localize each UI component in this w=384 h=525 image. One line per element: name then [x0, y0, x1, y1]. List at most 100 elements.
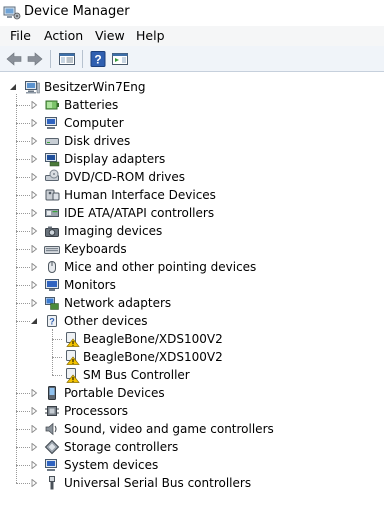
- tree-connector: [16, 285, 30, 286]
- help-glyph: ?: [94, 53, 101, 67]
- tree-category-label: Universal Serial Bus controllers: [64, 476, 252, 490]
- tree-category-10[interactable]: Mice and other pointing devices: [0, 258, 384, 276]
- collapsed-arrow-icon[interactable]: [30, 137, 38, 145]
- menu-view[interactable]: View: [95, 27, 125, 45]
- toolbar-separator: [82, 50, 83, 68]
- warning-device-icon: [66, 368, 80, 383]
- tree-category-label: Human Interface Devices: [64, 188, 216, 202]
- hid-icon: [45, 189, 60, 201]
- tree-category-3[interactable]: Disk drives: [0, 132, 384, 150]
- tree-category-label: Network adapters: [64, 296, 172, 310]
- tree-category-17[interactable]: Storage controllers: [0, 438, 384, 456]
- tree-device-2[interactable]: BeagleBone/XDS100V2: [0, 348, 384, 366]
- back-arrow-icon: [6, 52, 22, 66]
- forward-arrow-icon: [27, 52, 43, 66]
- toolbar: ?: [0, 46, 384, 72]
- dvd-drive-icon: [45, 169, 59, 181]
- tree-root[interactable]: BesitzerWin7Eng: [0, 78, 384, 96]
- usb-icon: [49, 476, 55, 490]
- tree-connector: [16, 123, 30, 124]
- collapsed-arrow-icon[interactable]: [30, 101, 38, 109]
- network-adapter-icon: [45, 297, 59, 310]
- tree-category-18[interactable]: System devices: [0, 456, 384, 474]
- tree-category-11[interactable]: Monitors: [0, 276, 384, 294]
- collapsed-arrow-icon[interactable]: [30, 227, 38, 235]
- tree-category-label: Imaging devices: [64, 224, 163, 238]
- tree-connector: [16, 159, 30, 160]
- tree-connector: [52, 339, 62, 340]
- warning-device-icon: [66, 350, 80, 365]
- help-button[interactable]: ?: [89, 50, 107, 68]
- collapsed-arrow-icon[interactable]: [30, 173, 38, 181]
- tree-category-13[interactable]: ? Other devices: [0, 312, 384, 330]
- tree-category-5[interactable]: DVD/CD-ROM drives: [0, 168, 384, 186]
- unknown-device-icon: ?: [47, 315, 57, 327]
- tree-category-label: Computer: [64, 116, 124, 130]
- tree-connector: [16, 195, 30, 196]
- tree-connector: [16, 393, 30, 394]
- collapsed-arrow-icon[interactable]: [30, 443, 38, 451]
- processor-icon: [45, 406, 59, 416]
- tree-category-4[interactable]: Display adapters: [0, 150, 384, 168]
- tree-category-16[interactable]: Sound, video and game controllers: [0, 420, 384, 438]
- show-action-pane-button[interactable]: [111, 50, 129, 68]
- help-icon: ?: [90, 51, 106, 67]
- show-hide-console-tree-button[interactable]: [58, 50, 76, 68]
- window-title: Device Manager: [24, 4, 130, 19]
- collapsed-arrow-icon[interactable]: [30, 263, 38, 271]
- keyboard-icon: [44, 246, 60, 254]
- tree-connector: [16, 303, 30, 304]
- computer-root-icon: [25, 81, 40, 94]
- tree-connector: [52, 375, 62, 376]
- ide-controller-icon: [45, 209, 59, 217]
- tree-device-label: BeagleBone/XDS100V2: [83, 332, 223, 346]
- tree-category-label: DVD/CD-ROM drives: [64, 170, 186, 184]
- tree-category-9[interactable]: Keyboards: [0, 240, 384, 258]
- warning-device-icon: [66, 332, 80, 347]
- disk-drive-icon: [45, 138, 59, 145]
- forward-button[interactable]: [26, 50, 44, 68]
- display-adapter-icon: [45, 153, 60, 167]
- tree-category-1[interactable]: Batteries: [0, 96, 384, 114]
- tree-connector: [16, 105, 30, 106]
- collapsed-arrow-icon[interactable]: [30, 191, 38, 199]
- tree-category-label: Portable Devices: [64, 386, 165, 400]
- tree-category-14[interactable]: Portable Devices: [0, 384, 384, 402]
- mouse-icon: [48, 261, 56, 273]
- expanded-arrow-icon[interactable]: [9, 83, 17, 91]
- menu-action[interactable]: Action: [44, 27, 83, 45]
- tree-category-15[interactable]: Processors: [0, 402, 384, 420]
- tree-category-19[interactable]: Universal Serial Bus controllers: [0, 474, 384, 492]
- tree-category-2[interactable]: Computer: [0, 114, 384, 132]
- collapsed-arrow-icon[interactable]: [30, 209, 38, 217]
- tree-category-8[interactable]: Imaging devices: [0, 222, 384, 240]
- menu-file[interactable]: File: [10, 27, 31, 45]
- system-device-icon: [45, 459, 57, 471]
- back-button[interactable]: [5, 50, 23, 68]
- collapsed-arrow-icon[interactable]: [30, 479, 38, 487]
- computer-icon: [45, 117, 57, 129]
- collapsed-arrow-icon[interactable]: [30, 407, 38, 415]
- tree-category-12[interactable]: Network adapters: [0, 294, 384, 312]
- collapsed-arrow-icon[interactable]: [30, 299, 38, 307]
- collapsed-arrow-icon[interactable]: [30, 461, 38, 469]
- collapsed-arrow-icon[interactable]: [30, 119, 38, 127]
- menu-help[interactable]: Help: [136, 27, 165, 45]
- tree-device-3[interactable]: SM Bus Controller: [0, 366, 384, 384]
- tree-category-label: System devices: [64, 458, 159, 472]
- collapsed-arrow-icon[interactable]: [30, 155, 38, 163]
- monitor-icon: [45, 279, 59, 291]
- tree-category-6[interactable]: Human Interface Devices: [0, 186, 384, 204]
- tree-category-label: IDE ATA/ATAPI controllers: [64, 206, 215, 220]
- collapsed-arrow-icon[interactable]: [30, 425, 38, 433]
- tree-connector: [16, 249, 30, 250]
- collapsed-arrow-icon[interactable]: [30, 281, 38, 289]
- action-pane-icon: [112, 53, 128, 65]
- tree-device-1[interactable]: BeagleBone/XDS100V2: [0, 330, 384, 348]
- collapsed-arrow-icon[interactable]: [30, 245, 38, 253]
- tree-category-7[interactable]: IDE ATA/ATAPI controllers: [0, 204, 384, 222]
- collapsed-arrow-icon[interactable]: [30, 389, 38, 397]
- tree-connector: [16, 141, 30, 142]
- portable-device-icon: [48, 386, 56, 400]
- expanded-arrow-icon[interactable]: [30, 317, 38, 325]
